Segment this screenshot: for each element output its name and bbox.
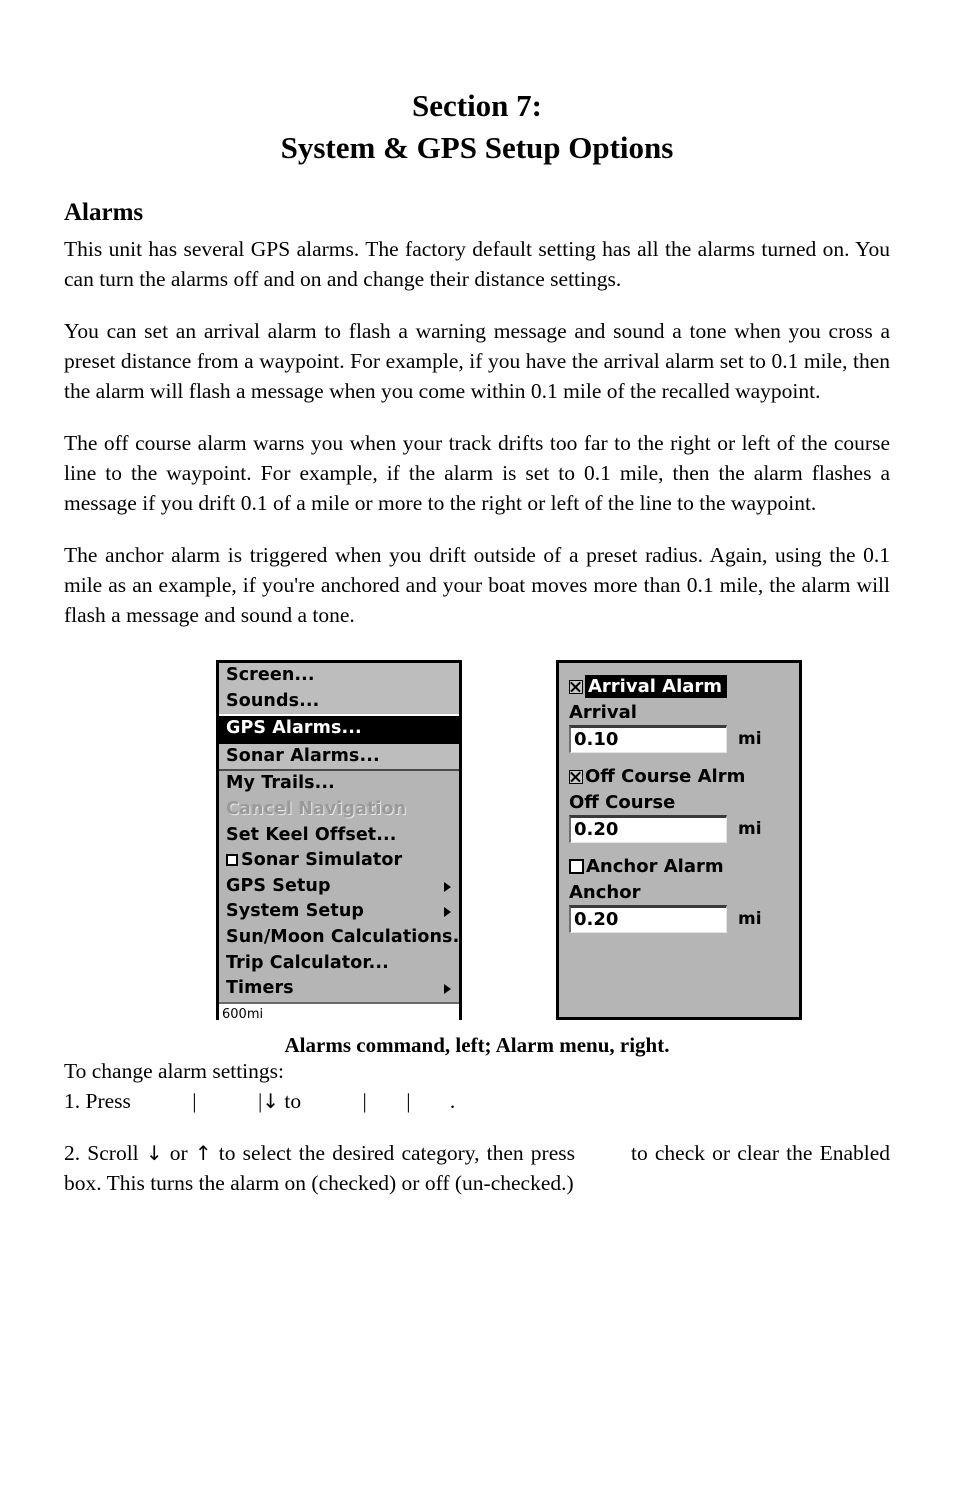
step-1-period: . (449, 1089, 456, 1113)
menu-item-label: GPS Setup (226, 875, 331, 896)
menu-item-gps-alarms[interactable]: GPS Alarms... (219, 714, 459, 744)
alarm-toggle-arrival[interactable]: Arrival Alarm (569, 675, 789, 699)
menu-item-system-setup[interactable]: System Setup (219, 899, 459, 925)
menu-item-label: Trip Calculator... (226, 952, 389, 973)
submenu-arrow-icon (444, 983, 451, 994)
heading-alarms: Alarms (64, 199, 144, 226)
alarm-toggle-label: Anchor Alarm (586, 856, 724, 877)
checkbox-unchecked-icon[interactable] (226, 854, 238, 867)
instructions-intro: To change alarm settings: (64, 1059, 284, 1083)
menu-item-cancel-navigation: Cancel Navigation (219, 797, 459, 823)
checkbox-checked-icon[interactable] (569, 680, 583, 694)
arrow-down-icon: ↓ (262, 1089, 280, 1113)
step-2-lead: 2. Scroll (64, 1141, 139, 1165)
paragraph-intro: This unit has several GPS alarms. The fa… (64, 237, 890, 291)
paragraph-off-course-alarm: The off course alarm warns you when your… (64, 431, 890, 515)
off-course-unit-label: mi (738, 819, 762, 839)
menu-item-set-keel-offset[interactable]: Set Keel Offset... (219, 823, 459, 849)
figure-caption: Alarms command, left; Alarm menu, right. (284, 1033, 670, 1057)
alarm-toggle-anchor[interactable]: Anchor Alarm (569, 855, 789, 879)
menu-group-secondary: My Trails... Cancel Navigation Set Keel … (219, 771, 459, 1004)
alarm-field-label-anchor: Anchor (569, 882, 641, 903)
step-1-to-word: to (284, 1089, 302, 1113)
menu-item-label: Set Keel Offset... (226, 824, 397, 845)
step-1-pipe-4: | (406, 1089, 411, 1113)
menu-item-label: Sun/Moon Calculations... (226, 926, 459, 947)
alarm-field-row-anchor: 0.20 mi (569, 905, 789, 933)
anchor-unit-label: mi (738, 909, 762, 929)
menu-item-trip-calculator[interactable]: Trip Calculator... (219, 951, 459, 977)
page-content: Section 7: System & GPS Setup Options Al… (64, 0, 890, 1487)
alarm-field-label-arrival: Arrival (569, 702, 637, 723)
menu-item-gps-setup[interactable]: GPS Setup (219, 874, 459, 900)
alarm-toggle-off-course[interactable]: Off Course Alrm (569, 765, 789, 789)
section-title-line-2: System & GPS Setup Options (280, 130, 674, 165)
menu-item-screen[interactable]: Screen... (219, 663, 459, 689)
menu-item-sonar-simulator[interactable]: Sonar Simulator (219, 848, 459, 874)
menu-item-label: System Setup (226, 901, 365, 922)
menu-item-sonar-alarms[interactable]: Sonar Alarms... (219, 744, 459, 770)
submenu-arrow-icon (444, 907, 451, 918)
anchor-distance-input[interactable]: 0.20 (569, 905, 727, 933)
off-course-distance-input[interactable]: 0.20 (569, 815, 727, 843)
step-2-mid: to select the desired category, then pre… (218, 1141, 575, 1165)
arrow-down-icon: ↓ (145, 1141, 163, 1165)
instruction-step-1: 1. Press | |↓ to | | . (64, 1086, 890, 1116)
menu-item-label: Sounds... (226, 690, 320, 711)
checkbox-unchecked-icon[interactable] (569, 859, 584, 874)
alarm-toggle-label: Arrival Alarm (585, 675, 728, 698)
menu-item-label: Sonar Simulator (241, 850, 403, 871)
menu-item-label: Timers (226, 978, 294, 999)
menu-item-label: Screen... (226, 665, 315, 685)
paragraph-anchor-alarm: The anchor alarm is triggered when you d… (64, 543, 890, 627)
step-1-pipe-3: | (362, 1089, 367, 1113)
step-1-pipe-1: | (192, 1089, 197, 1113)
menu-item-label: GPS Alarms... (226, 718, 362, 739)
arrival-distance-input[interactable]: 0.10 (569, 725, 727, 753)
menu-item-label: My Trails... (226, 773, 335, 794)
arrow-up-icon: ↑ (194, 1141, 212, 1165)
alarm-toggle-label: Off Course Alrm (585, 766, 746, 787)
menu-item-sun-moon-calculations[interactable]: Sun/Moon Calculations... (219, 925, 459, 951)
paragraph-arrival-alarm: You can set an arrival alarm to flash a … (64, 319, 890, 403)
device-alarm-screenshot: Arrival Alarm Arrival 0.10 mi Off Course… (556, 660, 802, 1020)
step-2-or-word: or (169, 1141, 188, 1165)
device-menu-screenshot: Screen... Sounds... GPS Alarms... Sonar … (216, 660, 462, 1026)
alarm-field-row-arrival: 0.10 mi (569, 725, 789, 753)
menu-group-primary: Screen... Sounds... GPS Alarms... Sonar … (219, 663, 459, 772)
step-1-prefix: 1. Press (64, 1089, 131, 1113)
figure-device-screenshots: Screen... Sounds... GPS Alarms... Sonar … (64, 652, 890, 1057)
submenu-arrow-icon (444, 881, 451, 892)
alarm-field-row-off-course: 0.20 mi (569, 815, 789, 843)
menu-item-my-trails[interactable]: My Trails... (219, 771, 459, 797)
alarm-settings-list: Arrival Alarm Arrival 0.10 mi Off Course… (559, 663, 799, 933)
menu-item-label: Cancel Navigation (226, 798, 407, 819)
alarm-field-label-off-course: Off Course (569, 792, 676, 813)
status-bar-range: 600mi (219, 1003, 459, 1026)
menu-item-timers[interactable]: Timers (219, 976, 459, 1002)
arrival-unit-label: mi (738, 729, 762, 749)
menu-item-sounds[interactable]: Sounds... (219, 689, 459, 715)
checkbox-checked-icon[interactable] (569, 770, 583, 784)
page-title: Section 7: System & GPS Setup Options (64, 0, 890, 169)
menu-item-label: Sonar Alarms... (226, 745, 380, 766)
section-title-line-1: Section 7: (411, 88, 542, 123)
instruction-step-2: 2. Scroll ↓ or ↑ to select the desired c… (64, 1138, 890, 1198)
